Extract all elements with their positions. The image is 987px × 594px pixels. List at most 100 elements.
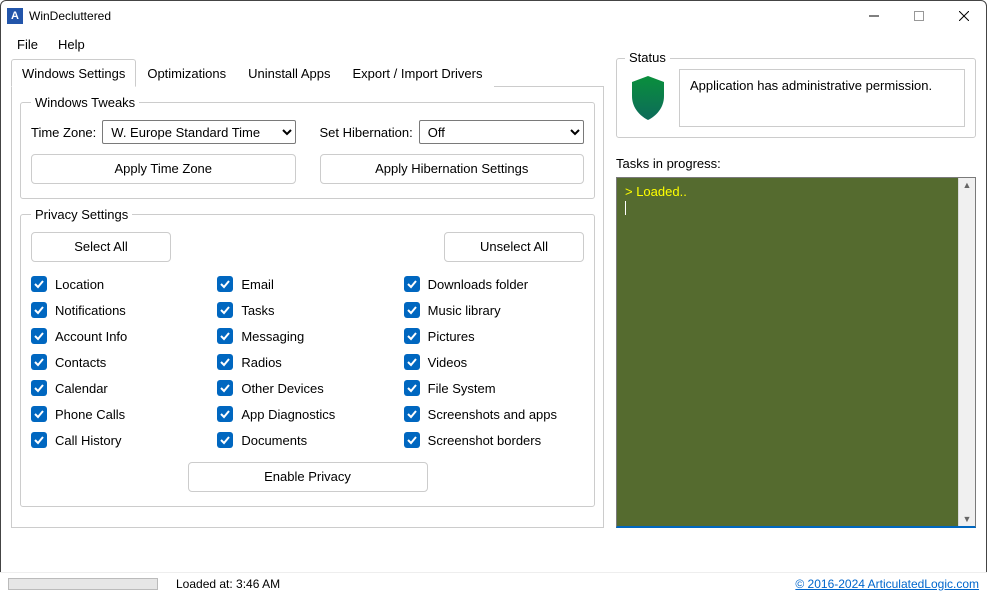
loaded-time: Loaded at: 3:46 AM <box>176 577 280 591</box>
checkbox-icon <box>404 328 420 344</box>
privacy-check[interactable]: Screenshots and apps <box>404 406 584 422</box>
privacy-check-label: Messaging <box>241 329 304 344</box>
status-bar: Loaded at: 3:46 AM © 2016-2024 Articulat… <box>0 572 987 594</box>
console-log: > Loaded.. <box>625 184 687 199</box>
apply-timezone-button[interactable]: Apply Time Zone <box>31 154 296 184</box>
privacy-check[interactable]: Location <box>31 276 211 292</box>
hibernation-select[interactable]: Off <box>419 120 584 144</box>
checkbox-icon <box>217 276 233 292</box>
checkbox-icon <box>31 380 47 396</box>
checkbox-icon <box>217 302 233 318</box>
privacy-checkbox-grid: Location Email Downloads folder Notificatio… <box>31 276 584 448</box>
privacy-check[interactable]: Email <box>217 276 397 292</box>
tabs: Windows Settings Optimizations Uninstall… <box>11 58 604 87</box>
status-message: Application has administrative permissio… <box>679 69 965 127</box>
privacy-check-label: Downloads folder <box>428 277 528 292</box>
privacy-check[interactable]: Music library <box>404 302 584 318</box>
privacy-check[interactable]: Radios <box>217 354 397 370</box>
scroll-down-icon[interactable]: ▼ <box>963 512 972 526</box>
checkbox-icon <box>217 328 233 344</box>
tab-panel: Windows Tweaks Time Zone: W. Europe Stan… <box>11 87 604 528</box>
scroll-up-icon[interactable]: ▲ <box>963 178 972 192</box>
privacy-check-label: Location <box>55 277 104 292</box>
privacy-check[interactable]: Other Devices <box>217 380 397 396</box>
tab-optimizations[interactable]: Optimizations <box>136 59 237 87</box>
privacy-check[interactable]: File System <box>404 380 584 396</box>
privacy-check[interactable]: Contacts <box>31 354 211 370</box>
console-scrollbar[interactable]: ▲ ▼ <box>958 178 975 526</box>
privacy-check[interactable]: Notifications <box>31 302 211 318</box>
left-panel: Windows Settings Optimizations Uninstall… <box>11 58 604 528</box>
privacy-check-label: Music library <box>428 303 501 318</box>
privacy-check-label: Phone Calls <box>55 407 125 422</box>
privacy-check[interactable]: App Diagnostics <box>217 406 397 422</box>
apply-hibernation-button[interactable]: Apply Hibernation Settings <box>320 154 585 184</box>
privacy-check[interactable]: Account Info <box>31 328 211 344</box>
checkbox-icon <box>31 354 47 370</box>
privacy-check[interactable]: Messaging <box>217 328 397 344</box>
checkbox-icon <box>404 276 420 292</box>
privacy-check[interactable]: Tasks <box>217 302 397 318</box>
copyright-link[interactable]: © 2016-2024 ArticulatedLogic.com <box>795 577 979 591</box>
enable-privacy-button[interactable]: Enable Privacy <box>188 462 428 492</box>
checkbox-icon <box>217 432 233 448</box>
timezone-select[interactable]: W. Europe Standard Time <box>102 120 295 144</box>
privacy-check-label: Notifications <box>55 303 126 318</box>
console-cursor <box>625 201 626 215</box>
right-panel: Status Application has administrative pe… <box>616 58 976 528</box>
privacy-check-label: Screenshots and apps <box>428 407 557 422</box>
privacy-check-label: Calendar <box>55 381 108 396</box>
timezone-label: Time Zone: <box>31 125 96 140</box>
checkbox-icon <box>31 328 47 344</box>
unselect-all-button[interactable]: Unselect All <box>444 232 584 262</box>
checkbox-icon <box>404 302 420 318</box>
privacy-check[interactable]: Pictures <box>404 328 584 344</box>
select-all-button[interactable]: Select All <box>31 232 171 262</box>
tasks-console[interactable]: > Loaded.. <box>617 178 958 526</box>
tab-export-import-drivers[interactable]: Export / Import Drivers <box>341 59 493 87</box>
menu-bar: File Help <box>1 31 986 58</box>
checkbox-icon <box>217 406 233 422</box>
checkbox-icon <box>31 406 47 422</box>
checkbox-icon <box>31 432 47 448</box>
privacy-check-label: Contacts <box>55 355 106 370</box>
app-icon: A <box>7 8 23 24</box>
privacy-settings-legend: Privacy Settings <box>31 207 132 222</box>
privacy-check-label: File System <box>428 381 496 396</box>
menu-file[interactable]: File <box>9 35 46 54</box>
privacy-check[interactable]: Documents <box>217 432 397 448</box>
windows-tweaks-legend: Windows Tweaks <box>31 95 139 110</box>
privacy-check[interactable]: Calendar <box>31 380 211 396</box>
checkbox-icon <box>404 432 420 448</box>
privacy-check[interactable]: Call History <box>31 432 211 448</box>
tab-uninstall-apps[interactable]: Uninstall Apps <box>237 59 341 87</box>
privacy-check[interactable]: Screenshot borders <box>404 432 584 448</box>
privacy-check-label: Documents <box>241 433 307 448</box>
maximize-icon <box>914 11 924 21</box>
minimize-button[interactable] <box>851 1 896 31</box>
tasks-label: Tasks in progress: <box>616 156 976 171</box>
privacy-check[interactable]: Phone Calls <box>31 406 211 422</box>
status-legend: Status <box>625 50 670 65</box>
close-icon <box>959 11 969 21</box>
privacy-check[interactable]: Videos <box>404 354 584 370</box>
checkbox-icon <box>217 380 233 396</box>
checkbox-icon <box>404 354 420 370</box>
privacy-check-label: Email <box>241 277 274 292</box>
content-area: Windows Settings Optimizations Uninstall… <box>1 58 986 528</box>
checkbox-icon <box>31 302 47 318</box>
privacy-check-label: Pictures <box>428 329 475 344</box>
privacy-check-label: Videos <box>428 355 468 370</box>
close-button[interactable] <box>941 1 986 31</box>
maximize-button[interactable] <box>896 1 941 31</box>
tab-windows-settings[interactable]: Windows Settings <box>11 59 136 87</box>
privacy-check-label: Screenshot borders <box>428 433 541 448</box>
privacy-check-label: Call History <box>55 433 121 448</box>
minimize-icon <box>869 11 879 21</box>
window-buttons <box>851 1 986 31</box>
menu-help[interactable]: Help <box>50 35 93 54</box>
checkbox-icon <box>31 276 47 292</box>
privacy-check-label: Tasks <box>241 303 274 318</box>
privacy-check-label: Other Devices <box>241 381 323 396</box>
privacy-check[interactable]: Downloads folder <box>404 276 584 292</box>
